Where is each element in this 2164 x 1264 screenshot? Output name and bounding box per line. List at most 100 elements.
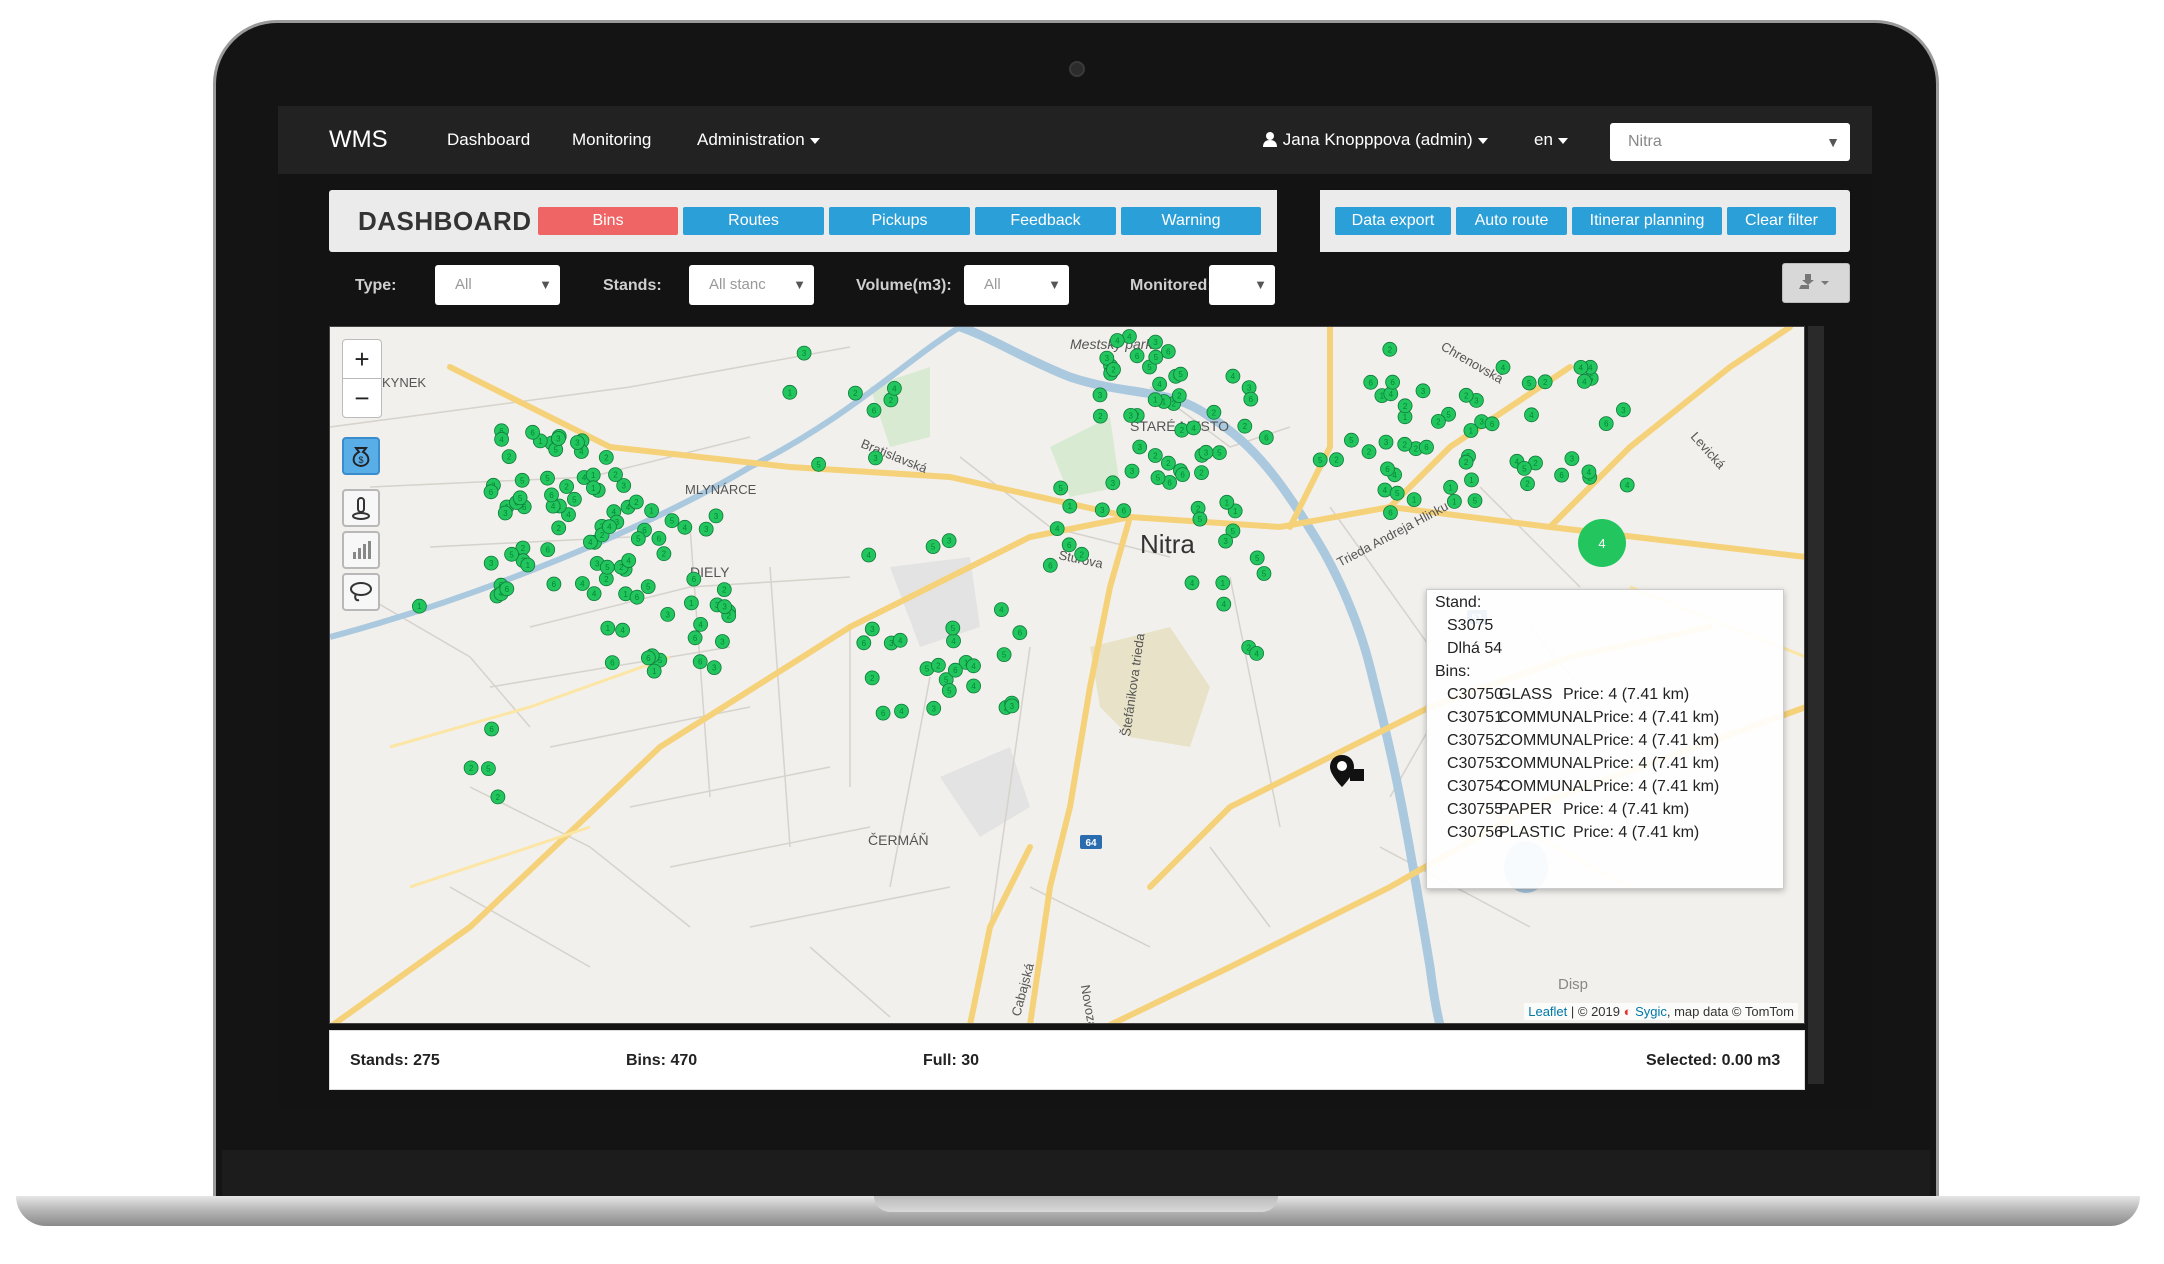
bin-marker-label: 3 <box>1010 702 1015 711</box>
svg-text:64: 64 <box>1085 838 1097 849</box>
tab-feedback[interactable]: Feedback <box>975 207 1116 235</box>
lasso-icon <box>350 582 372 602</box>
bin-marker-label: 3 <box>802 349 807 358</box>
stand-popup: Stand: S3075 Dlhá 54 Bins: C30750 GLASS Pr… <box>1426 589 1784 889</box>
bin-marker-label: 4 <box>898 636 903 645</box>
bin-marker-label: 6 <box>693 634 698 643</box>
popup-bin-type: COMMUNAL <box>1499 732 1593 749</box>
bin-marker-label: 4 <box>592 590 597 599</box>
export-icon <box>1799 274 1829 289</box>
cluster-count: 4 <box>1598 536 1605 551</box>
attribution-rest: , map data © TomTom <box>1666 1004 1794 1019</box>
bin-marker-label: 1 <box>652 667 657 676</box>
language-label: en <box>1534 130 1553 149</box>
bin-marker-label: 6 <box>698 658 703 667</box>
tab-routes[interactable]: Routes <box>683 207 824 235</box>
brand-logo[interactable]: WMS <box>329 126 388 154</box>
bin-marker-label: 6 <box>635 593 640 602</box>
popup-bin-id: C30753 <box>1447 755 1504 772</box>
bin-marker-label: 5 <box>1154 353 1159 362</box>
nav-dashboard[interactable]: Dashboard <box>447 130 530 150</box>
lasso-tool-button[interactable] <box>342 573 380 611</box>
bin-marker-label: 2 <box>1166 459 1171 468</box>
bin-marker-label: 2 <box>1436 417 1441 426</box>
popup-bins-label: Bins: <box>1435 663 1471 680</box>
sygic-link[interactable]: Sygic <box>1635 1004 1667 1019</box>
city-select[interactable]: Nitra ▼ <box>1610 123 1850 161</box>
bin-marker-label: 6 <box>1390 378 1395 387</box>
bin-marker-label: 1 <box>1225 498 1230 507</box>
bin-marker-label: 4 <box>698 620 703 629</box>
bin-marker-label: 5 <box>1349 436 1354 445</box>
nav-administration[interactable]: Administration <box>697 130 820 150</box>
bin-marker-label: 5 <box>1255 554 1260 563</box>
bin-marker-label: 1 <box>649 507 654 516</box>
bin-marker-label: 3 <box>665 610 670 619</box>
user-menu[interactable]: Jana Knopppova (admin) <box>1262 130 1488 150</box>
nav-monitoring[interactable]: Monitoring <box>572 130 651 150</box>
bin-marker-label: 6 <box>1388 509 1393 518</box>
bin-marker-label: 3 <box>595 559 600 568</box>
itinerar-planning-button[interactable]: Itinerar planning <box>1572 207 1722 235</box>
bin-marker-label: 4 <box>1055 525 1060 534</box>
attribution-copy: | © 2019 <box>1567 1004 1624 1019</box>
tab-warning[interactable]: Warning <box>1121 207 1261 235</box>
stands-select[interactable]: All stanc ▼ <box>689 265 814 305</box>
monitored-select[interactable]: ▼ <box>1209 265 1275 305</box>
tab-bins[interactable]: Bins <box>538 207 678 235</box>
bin-marker-label: 5 <box>1058 484 1063 493</box>
chart-tool-button[interactable] <box>342 531 380 569</box>
bin-marker-label: 4 <box>1588 363 1593 372</box>
zoom-in-button[interactable]: + <box>342 339 382 379</box>
popup-bin-type: COMMUNAL <box>1499 709 1593 726</box>
language-menu[interactable]: en <box>1534 130 1568 150</box>
volume-select[interactable]: All ▼ <box>964 265 1069 305</box>
bin-marker-label: 6 <box>489 725 494 734</box>
map-view[interactable]: 51 64 Mestský park KYNEK MLYNÁRCE Bratis… <box>329 326 1805 1024</box>
bin-marker-label: 2 <box>936 661 941 670</box>
popup-bin-type: PAPER <box>1499 801 1553 818</box>
bin-marker-label: 5 <box>1156 474 1161 483</box>
type-label: Type: <box>355 277 397 294</box>
bin-marker-label: 4 <box>1157 380 1162 389</box>
bin-marker-label: 5 <box>509 550 514 559</box>
bin-marker-label: 1 <box>1469 476 1474 485</box>
popup-bin-price: Price: 4 (7.41 km) <box>1593 755 1720 772</box>
chevron-down-icon: ▼ <box>1826 134 1840 150</box>
clear-filter-button[interactable]: Clear filter <box>1727 207 1836 235</box>
bin-marker-label: 1 <box>1469 427 1474 436</box>
bins-layer-button[interactable]: $ <box>342 437 380 475</box>
pin-tool-button[interactable] <box>342 489 380 527</box>
laptop-chin <box>222 1150 1930 1196</box>
download-button[interactable] <box>1782 263 1850 303</box>
data-export-button[interactable]: Data export <box>1335 207 1451 235</box>
type-select[interactable]: All ▼ <box>435 265 560 305</box>
bin-marker-label: 6 <box>552 580 557 589</box>
bin-marker-label: 2 <box>853 389 858 398</box>
bin-marker-label: 5 <box>486 765 491 774</box>
tab-pickups[interactable]: Pickups <box>829 207 970 235</box>
bin-marker-label: 4 <box>580 580 585 589</box>
popup-bin-type: GLASS <box>1499 686 1553 703</box>
bin-marker-label: 1 <box>417 602 422 611</box>
bin-marker-label: 2 <box>662 550 667 559</box>
bin-marker-label: 6 <box>692 575 697 584</box>
type-select-value: All <box>455 276 472 293</box>
stands-label: Stands: <box>603 277 662 294</box>
bin-marker-label: 3 <box>931 704 936 713</box>
bin-marker-label: 4 <box>999 606 1004 615</box>
zoom-out-button[interactable]: − <box>342 378 382 418</box>
bin-marker-label: 4 <box>588 538 593 547</box>
monitored-label: Monitored: <box>1130 277 1213 294</box>
bin-marker-label: 2 <box>1543 378 1548 387</box>
cluster-marker[interactable]: 4 <box>1578 519 1626 567</box>
side-scrollbar[interactable] <box>1808 326 1824 1084</box>
nav-administration-label: Administration <box>697 130 805 149</box>
chevron-down-icon <box>1477 137 1488 144</box>
city-select-value: Nitra <box>1628 133 1662 150</box>
bin-marker-label: 1 <box>1221 579 1226 588</box>
auto-route-button[interactable]: Auto route <box>1456 207 1567 235</box>
bin-marker-label: 4 <box>551 502 556 511</box>
leaflet-link[interactable]: Leaflet <box>1528 1004 1567 1019</box>
bin-marker-label: 3 <box>1621 406 1626 415</box>
